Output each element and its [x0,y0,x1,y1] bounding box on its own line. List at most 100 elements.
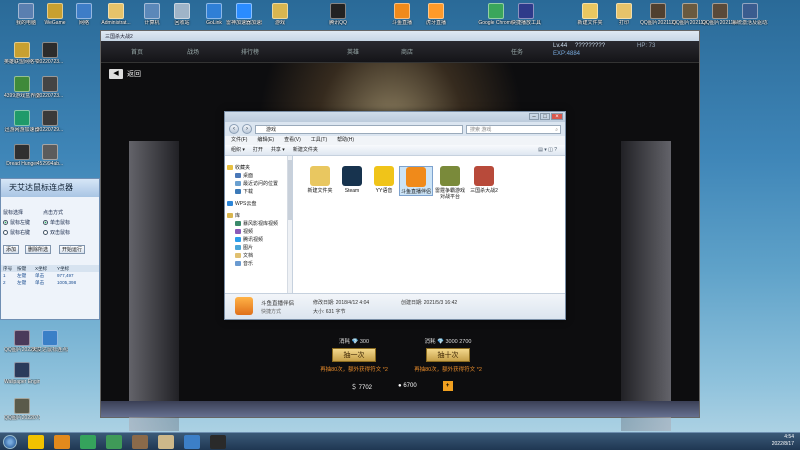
add-point-button[interactable]: 添加 [3,245,20,254]
right-button-radio[interactable] [3,230,8,235]
forward-nav-button[interactable]: › [242,124,252,134]
table-row[interactable]: 2 左键 单击 1005,398 [1,279,99,286]
desktop-icon[interactable]: Administrat... [98,3,134,26]
desktop-icon[interactable]: 20220723... [32,42,68,65]
desktop-icon[interactable]: 新建文件夹 [572,3,608,26]
nav-item[interactable]: 腾讯视频 [227,235,290,243]
menu-item[interactable]: 编辑(E) [257,136,274,145]
desktop-icon[interactable]: 雷神加速器加速器 [226,3,262,26]
taskbar-app-icon[interactable] [210,435,226,449]
nav-item[interactable]: 音乐 [227,259,290,267]
file-item[interactable]: Steam [335,166,369,194]
game-titlebar[interactable]: 三国杀大战2 [101,31,699,41]
game-nav-item[interactable]: 商店 [401,47,413,56]
add-currency-button[interactable]: + [442,381,453,391]
desktop-icon[interactable]: 20220729... [32,110,68,133]
delete-selected-button[interactable]: 删除所选 [25,245,52,254]
nav-item[interactable]: 图片 [227,243,290,251]
minimize-button[interactable]: – [529,113,539,120]
left-button-radio[interactable] [3,220,8,225]
draw-ten-button[interactable]: 抽十次 [426,348,470,362]
desktop-icon-image [582,3,598,19]
game-nav-item[interactable]: 首页 [131,47,143,56]
game-nav-item[interactable]: 排行榜 [241,47,259,56]
single-click-option[interactable]: 单击鼠标 [43,219,70,226]
menu-item[interactable]: 文件(F) [231,136,247,145]
desktop-icon[interactable]: 快捷播放工具 [508,3,544,26]
left-button-option[interactable]: 鼠标左键 [3,219,30,226]
file-item[interactable]: 斗鱼直播伴侣 [399,166,433,196]
address-bar[interactable]: 游戏 [255,124,463,134]
navigation-scrollbar[interactable] [287,156,292,295]
nav-item[interactable]: 视频 [227,227,290,235]
view-options-icon[interactable]: ▤ ▾ ◫ ? [538,145,557,156]
double-click-radio[interactable] [43,230,48,235]
folder-icon [227,164,233,170]
auto-clicker-window[interactable]: 天艾达鼠标连点器 鼠标选择 鼠标左键 鼠标右键 点击方式 单击鼠标 双击鼠标 添… [0,178,100,320]
taskbar-app-icon[interactable] [106,435,122,449]
back-button[interactable]: ◀ 返回 [109,69,141,79]
desktop-icon[interactable]: 游戏 [262,3,298,26]
game-nav-item[interactable]: 任务 [511,47,523,56]
explorer-titlebar[interactable]: – □ × [225,112,565,122]
desktop-icon[interactable]: 系统激活及驱动工具 [732,3,768,26]
close-button[interactable]: × [551,113,563,120]
file-item[interactable]: YY语音 [367,166,401,194]
toolbar-item[interactable]: 共享 ▾ [271,145,285,155]
nav-item-label: 暴风影视库视频 [243,220,279,227]
start-button[interactable] [3,435,17,449]
desktop-icon[interactable]: 网络 [66,3,102,26]
back-nav-button[interactable]: ‹ [229,124,239,134]
file-item[interactable]: 新建文件夹 [303,166,337,194]
nav-item[interactable]: 收藏夹 [227,163,290,171]
nav-item[interactable]: WPS云盘 [227,199,290,207]
search-input[interactable]: 搜索 游戏 ⌕ [466,124,561,134]
file-item[interactable]: 三国杀大战2 [467,166,501,194]
nav-item[interactable]: 文档 [227,251,290,259]
desktop-icon[interactable]: QQ图片2021122... [640,3,676,26]
nav-item[interactable]: 下载 [227,187,290,195]
game-nav-item[interactable]: 英雄 [347,47,359,56]
double-click-option[interactable]: 双击鼠标 [43,229,70,236]
taskbar-app-icon[interactable] [132,435,148,449]
start-run-button[interactable]: 开始运行 [59,245,86,254]
taskbar-app-icon[interactable] [184,435,200,449]
system-clock[interactable]: 4:54 2022/8/17 [772,434,794,448]
taskbar-app-icon[interactable] [80,435,96,449]
maximize-button[interactable]: □ [540,113,550,120]
taskbar-app-icon[interactable] [28,435,44,449]
scroll-thumb[interactable] [288,160,292,220]
nav-item[interactable]: 桌面 [227,171,290,179]
draw-once-button[interactable]: 抽一次 [332,348,376,362]
game-nav-item[interactable]: 战场 [187,47,199,56]
desktop-icon-label: 天艾达鼠标连点器 [32,347,68,353]
desktop-icon[interactable]: QQ图片20220716... [4,398,40,421]
toolbar-item[interactable]: 打开 [253,145,263,155]
nav-item[interactable]: 最近访问的位置 [227,179,290,187]
file-item[interactable]: 雷霆争霸游戏对战平台 [433,166,467,200]
nav-item[interactable]: 库 [227,211,290,219]
desktop-icon[interactable]: 452994ab... [32,144,68,167]
right-button-option[interactable]: 鼠标右键 [3,229,30,236]
desktop-icon[interactable]: 20220723... [32,76,68,99]
desktop-icon[interactable]: 虎牙直播 [418,3,454,26]
desktop-icon-image [394,3,410,19]
desktop-icon[interactable]: 斗鱼直播 [384,3,420,26]
menu-item[interactable]: 查看(V) [284,136,301,145]
desktop-icon[interactable]: Wallpaper Engine：... [4,362,40,385]
nav-item[interactable]: 暴风影视库视频 [227,219,290,227]
toolbar-item[interactable]: 新建文件夹 [293,145,318,155]
menu-item[interactable]: 工具(T) [311,136,327,145]
menu-item[interactable]: 帮助(H) [337,136,354,145]
toolbar-item[interactable]: 组织 ▾ [231,145,245,155]
desktop-icon[interactable]: 腾讯QQ [320,3,356,26]
desktop-icon-image [14,42,30,58]
desktop-icon[interactable]: 打印 [606,3,642,26]
taskbar-app-icon[interactable] [54,435,70,449]
taskbar-app-icon[interactable] [158,435,174,449]
file-explorer-window[interactable]: – □ × ‹ › 游戏 搜索 游戏 ⌕ 文件(F) 编辑(E) 查看(V) 工具(T… [224,111,566,320]
single-click-radio[interactable] [43,220,48,225]
desktop-icon[interactable]: 回收站 [164,3,200,26]
table-row[interactable]: 1 左键 单击 977,497 [1,272,99,279]
desktop-icon[interactable]: 天艾达鼠标连点器 [32,330,68,353]
